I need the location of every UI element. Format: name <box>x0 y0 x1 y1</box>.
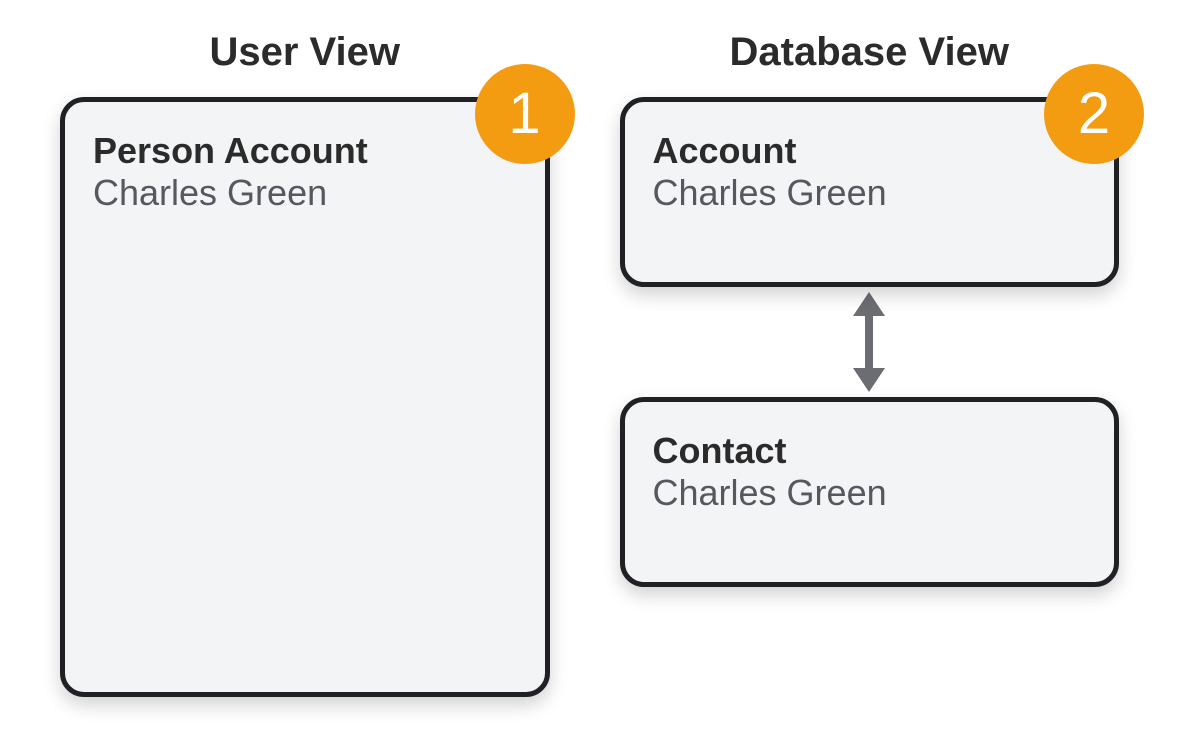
badge-2: 2 <box>1044 64 1144 164</box>
user-view-column: User View 1 Person Account Charles Green <box>60 30 550 697</box>
bidirectional-arrow-icon <box>620 287 1120 397</box>
user-view-header: User View <box>60 30 550 75</box>
badge-1: 1 <box>475 64 575 164</box>
database-view-header: Database View <box>620 30 1120 75</box>
person-account-title: Person Account <box>93 130 517 171</box>
contact-subtitle: Charles Green <box>653 471 1087 514</box>
account-title: Account <box>653 130 1087 171</box>
diagram-container: User View 1 Person Account Charles Green… <box>0 0 1179 737</box>
contact-title: Contact <box>653 430 1087 471</box>
contact-card: Contact Charles Green <box>620 397 1120 587</box>
person-account-card: 1 Person Account Charles Green <box>60 97 550 697</box>
database-view-column: Database View 2 Account Charles Green Co… <box>620 30 1120 697</box>
account-subtitle: Charles Green <box>653 171 1087 214</box>
person-account-subtitle: Charles Green <box>93 171 517 214</box>
account-card: 2 Account Charles Green <box>620 97 1120 287</box>
